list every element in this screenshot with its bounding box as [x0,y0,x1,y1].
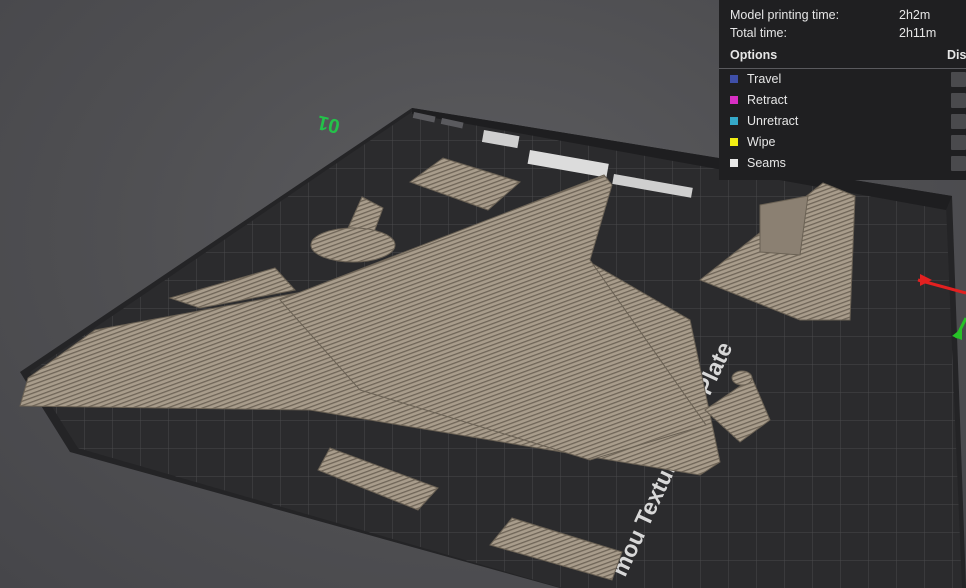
stats-row-total-time: Total time: [730,24,787,42]
option-label: Retract [747,93,788,107]
option-item-retract: Retract [730,91,787,109]
option-toggle-wipe[interactable] [951,135,966,150]
unretract-color-swatch [730,117,738,125]
retract-color-swatch [730,96,738,104]
option-toggle-retract[interactable] [951,93,966,108]
stats-value-total-time: 2h11m [899,26,937,40]
stats-row-model-time: Model printing time: [730,6,839,24]
option-toggle-unretract[interactable] [951,114,966,129]
option-item-unretract: Unretract [730,112,798,130]
display-column-header: Dis [947,48,966,62]
part-stand-base [310,227,396,263]
tail-fin-inner [759,195,809,256]
option-label: Travel [747,72,782,86]
stats-label: Total time: [730,26,787,40]
option-toggle-travel[interactable] [951,72,966,87]
option-label: Unretract [747,114,799,128]
seams-color-swatch [730,159,738,167]
option-label: Wipe [747,135,776,149]
travel-color-swatch [730,75,738,83]
options-divider [719,68,966,69]
option-item-wipe: Wipe [730,133,775,151]
slice-stats-panel: Model printing time: 2h2m Total time: 2h… [719,0,966,180]
option-label: Seams [747,156,786,170]
stats-value-model-time: 2h2m [899,8,931,22]
options-header: Options [730,48,778,62]
option-item-seams: Seams [730,154,786,172]
option-item-travel: Travel [730,70,781,88]
plate-number-label: 01 [315,111,342,137]
option-toggle-seams[interactable] [951,156,966,171]
wipe-color-swatch [730,138,738,146]
part-tab-hole [731,370,753,386]
stats-label: Model printing time: [730,8,840,22]
